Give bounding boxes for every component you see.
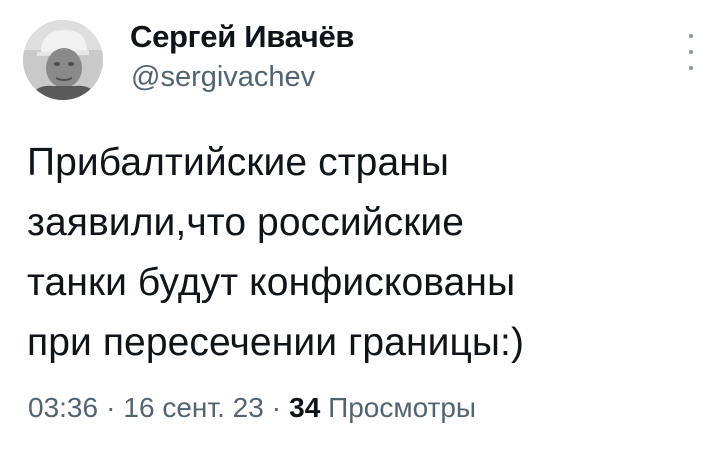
more-dot: [689, 34, 693, 38]
tweet-card: Сергей Ивачёв @sergivachev Прибалтийские…: [0, 0, 720, 463]
views-label[interactable]: Просмотры: [328, 392, 476, 423]
tweet-text: Прибалтийские страны заявили,что российс…: [27, 133, 697, 373]
more-dot: [689, 50, 693, 54]
meta-separator: ·: [271, 392, 282, 423]
tweet-text-line: танки будут конфискованы: [27, 261, 516, 304]
author-display-name[interactable]: Сергей Ивачёв: [130, 19, 354, 55]
avatar-photo: [23, 20, 103, 100]
meta-separator: ·: [106, 392, 116, 423]
tweet-text-line: при пересечении границы:): [27, 321, 525, 364]
views-count[interactable]: 34: [289, 392, 320, 423]
tweet-date[interactable]: 16 сент. 23: [123, 392, 263, 423]
more-options-icon[interactable]: [683, 34, 699, 70]
tweet-text-line: заявили,что российские: [27, 201, 465, 244]
avatar[interactable]: [23, 20, 103, 100]
more-dot: [689, 66, 693, 70]
tweet-text-line: Прибалтийские страны: [27, 141, 450, 184]
tweet-time[interactable]: 03:36: [28, 392, 98, 423]
author-handle[interactable]: @sergivachev: [131, 61, 315, 94]
tweet-meta: 03:36 · 16 сент. 23 · 34 Просмотры: [28, 392, 476, 424]
